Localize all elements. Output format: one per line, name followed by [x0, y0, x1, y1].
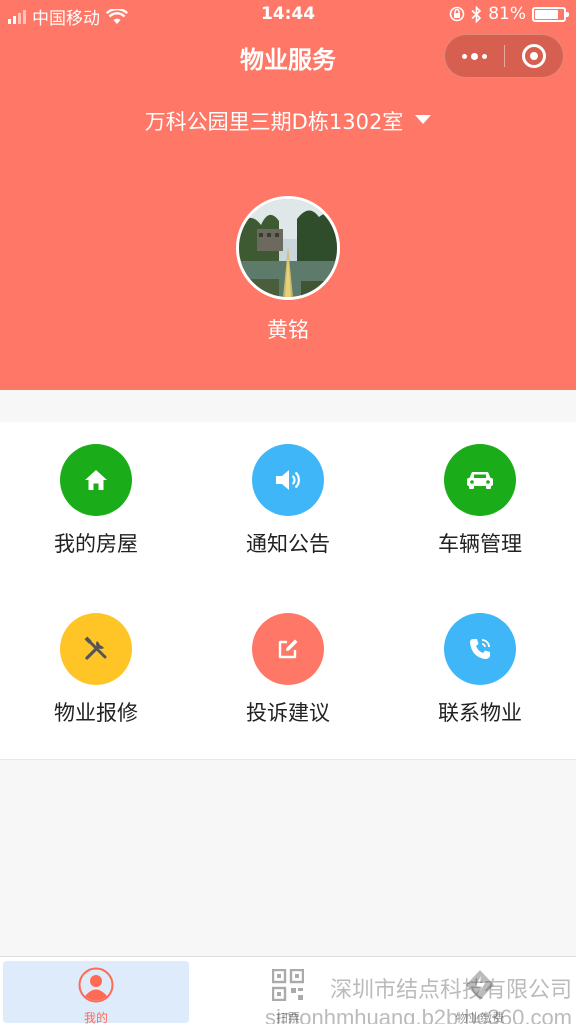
service-label: 投诉建议 [246, 701, 330, 725]
car-icon [467, 472, 493, 489]
service-label: 联系物业 [438, 701, 522, 725]
address-text: 万科公园里三期D栋1302室 [144, 110, 404, 134]
tab-bar: 我的 扫票 物业缴费 [0, 956, 576, 1024]
tab-icon [270, 967, 306, 1003]
service-contact[interactable]: 联系物业 [384, 591, 576, 760]
user-name: 黄铭 [267, 318, 309, 342]
service-label: 车辆管理 [438, 532, 522, 556]
service-vehicle[interactable]: 车辆管理 [384, 422, 576, 591]
speaker-icon [276, 470, 300, 490]
avatar[interactable] [236, 196, 340, 300]
service-icon-circle [444, 613, 516, 685]
edit-icon [278, 639, 298, 659]
more-button[interactable] [445, 35, 504, 77]
bluetooth-icon [471, 5, 482, 23]
avatar-photo [239, 199, 337, 297]
close-button[interactable] [505, 35, 564, 77]
service-label: 物业报修 [54, 701, 138, 725]
qrcode-icon [272, 969, 304, 1001]
payment-icon [466, 970, 494, 1000]
phone-icon [470, 639, 490, 659]
service-icon-circle [252, 444, 324, 516]
header: 中国移动 14:44 81% 物业服务 万科公园里三期D栋1302室 黄铭 [0, 0, 576, 390]
close-target-icon [521, 44, 546, 68]
rotation-lock-icon [449, 6, 465, 22]
tab-icon [462, 967, 498, 1003]
service-my-house[interactable]: 我的房屋 [0, 422, 192, 591]
service-label: 通知公告 [246, 532, 330, 556]
tab-label: 我的 [83, 1011, 108, 1024]
service-notice[interactable]: 通知公告 [192, 422, 384, 591]
service-label: 我的房屋 [54, 532, 138, 556]
service-repair[interactable]: 物业报修 [0, 591, 192, 760]
status-bar: 中国移动 14:44 81% [0, 0, 576, 30]
tab-payment[interactable]: 物业缴费 [387, 961, 573, 1024]
tab-scan[interactable]: 扫票 [195, 961, 381, 1024]
mini-program-capsule [444, 34, 564, 78]
service-complaint[interactable]: 投诉建议 [192, 591, 384, 760]
service-grid: 我的房屋 通知公告 车辆管理 物业报修 投诉建议 联系物业 [0, 422, 576, 760]
battery-percent: 81% [488, 4, 526, 24]
battery-icon [532, 6, 569, 22]
tab-label: 物业缴费 [455, 1011, 504, 1024]
service-icon-circle [60, 444, 132, 516]
tools-icon [84, 636, 107, 660]
tab-mine[interactable]: 我的 [3, 961, 189, 1024]
service-icon-circle [60, 613, 132, 685]
address-selector[interactable]: 万科公园里三期D栋1302室 [0, 106, 576, 136]
user-icon [78, 967, 114, 1003]
home-icon [85, 470, 107, 490]
more-dots-icon [461, 52, 487, 60]
service-icon-circle [252, 613, 324, 685]
caret-down-icon [415, 114, 432, 124]
status-right: 81% [449, 4, 569, 24]
service-icon-circle [444, 444, 516, 516]
tab-label: 扫票 [275, 1011, 300, 1024]
tab-icon [78, 967, 114, 1003]
